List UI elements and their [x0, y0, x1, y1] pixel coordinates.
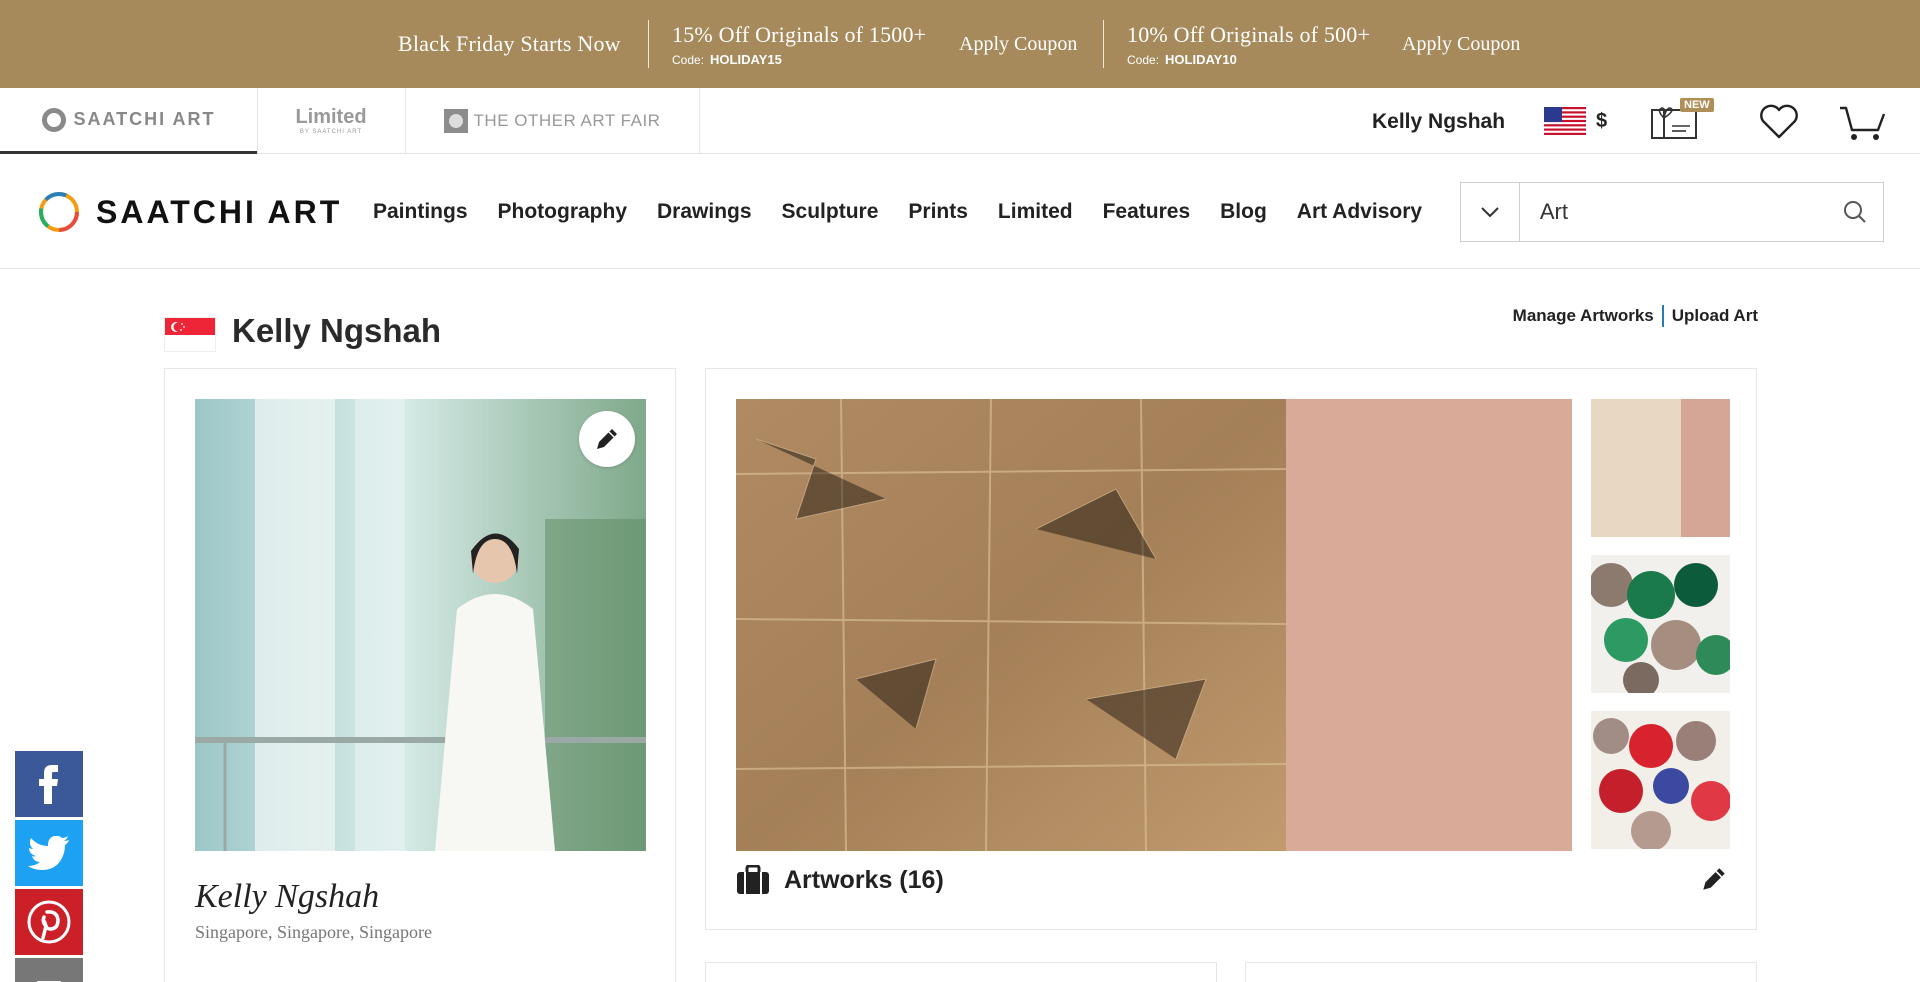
artwork-thumbnail[interactable]: [1591, 711, 1730, 849]
artist-location: Singapore, Singapore, Singapore: [195, 922, 432, 942]
other-art-fair-logo-icon: [443, 109, 468, 133]
singapore-flag-icon: [164, 317, 216, 352]
artworks-count[interactable]: Artworks (16): [736, 865, 944, 895]
category-links: Paintings Photography Drawings Sculpture…: [373, 155, 1452, 269]
pencil-icon: [597, 429, 617, 449]
artworks-card: Artworks (16): [705, 368, 1757, 930]
saatchi-logo-icon: [39, 192, 79, 232]
share-facebook-button[interactable]: [15, 751, 83, 817]
nav-link-limited[interactable]: Limited: [998, 200, 1073, 224]
upload-art-link[interactable]: Upload Art: [1672, 306, 1758, 326]
brand-tab-saatchi[interactable]: SAATCHI ART: [0, 88, 257, 154]
featured-artwork[interactable]: [736, 399, 1572, 851]
page-title: Kelly Ngshah: [232, 312, 442, 349]
search-bar: [1460, 182, 1884, 242]
promo-divider: [648, 20, 649, 68]
manage-artworks-link[interactable]: Manage Artworks: [1513, 306, 1654, 326]
brand-tab-other-art-fair[interactable]: THE OTHER ART FAIR: [405, 88, 699, 154]
pinterest-icon: [27, 900, 71, 944]
promo-banner: Black Friday Starts Now 15% Off Original…: [0, 0, 1920, 88]
search-input[interactable]: [1519, 183, 1828, 241]
edit-artworks-pencil-icon[interactable]: [1699, 864, 1729, 894]
new-badge: NEW: [1680, 98, 1714, 112]
nav-link-prints[interactable]: Prints: [908, 200, 968, 224]
artist-name: Kelly Ngshah: [195, 878, 380, 915]
share-email-button[interactable]: [15, 958, 83, 982]
search-category-dropdown[interactable]: [1461, 183, 1520, 241]
chevron-down-icon: [1481, 207, 1499, 218]
saatchi-art-logo[interactable]: SAATCHI ART: [36, 189, 342, 235]
search-icon: [1844, 201, 1867, 223]
apply-coupon-button-1[interactable]: Apply Coupon: [959, 0, 1077, 88]
apply-coupon-button-2[interactable]: Apply Coupon: [1402, 0, 1520, 88]
artwork-thumbnail[interactable]: [1591, 555, 1730, 693]
artist-actions: Manage Artworks Upload Art: [1513, 305, 1758, 327]
promo-headline: Black Friday Starts Now: [398, 31, 621, 56]
edit-photo-button[interactable]: [579, 411, 635, 467]
main-navigation: SAATCHI ART Paintings Photography Drawin…: [0, 155, 1920, 269]
nav-link-sculpture[interactable]: Sculpture: [782, 200, 879, 224]
facebook-icon: [39, 765, 58, 804]
link-separator: [1661, 305, 1664, 327]
nav-link-art-advisory[interactable]: Art Advisory: [1297, 200, 1422, 224]
search-button[interactable]: [1828, 183, 1883, 241]
heart-icon[interactable]: [1758, 104, 1800, 140]
profile-section-card: [705, 962, 1217, 982]
nav-link-paintings[interactable]: Paintings: [373, 200, 468, 224]
promo-offer-1: 15% Off Originals of 1500+ Code: HOLIDAY1…: [672, 21, 927, 67]
promo-offer-2: 10% Off Originals of 500+ Code: HOLIDAY10: [1127, 21, 1371, 67]
artwork-thumbnail[interactable]: [1591, 399, 1730, 537]
promo-divider: [1103, 20, 1104, 68]
brand-tab-limited[interactable]: Limited BY SAATCHI ART: [257, 88, 405, 154]
us-flag-icon[interactable]: [1544, 107, 1586, 135]
nav-link-drawings[interactable]: Drawings: [657, 200, 752, 224]
brand-switcher: SAATCHI ART Limited BY SAATCHI ART THE OT…: [0, 88, 1920, 154]
nav-link-blog[interactable]: Blog: [1220, 200, 1267, 224]
account-user-name[interactable]: Kelly Ngshah: [1372, 110, 1505, 134]
share-twitter-button[interactable]: [15, 820, 83, 886]
twitter-icon: [28, 836, 69, 870]
nav-link-photography[interactable]: Photography: [498, 200, 628, 224]
nav-link-features[interactable]: Features: [1103, 200, 1191, 224]
currency-selector[interactable]: $: [1596, 110, 1607, 133]
profile-section-card: [1245, 962, 1757, 982]
social-share-bar: [15, 751, 83, 982]
share-pinterest-button[interactable]: [15, 889, 83, 955]
saatchi-logo-icon: [41, 107, 66, 132]
cart-icon[interactable]: [1838, 104, 1886, 142]
artist-photo: [195, 399, 646, 851]
briefcase-icon: [737, 865, 769, 894]
